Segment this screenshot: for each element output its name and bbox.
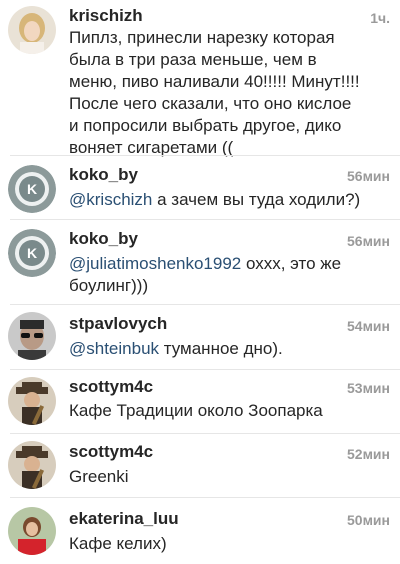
koko-logo-avatar[interactable]: K [8, 229, 56, 277]
comment-text: Greenki [69, 467, 129, 486]
comment-item: krischizh 1ч. Пиплз, принесли нарезку ко… [0, 0, 400, 157]
comment-time: 56мин [347, 233, 390, 249]
comment-time: 50мин [347, 512, 390, 528]
comment-item: ekaterina_luu 50мин Кафе келих) [0, 498, 400, 564]
comment-time: 54мин [347, 318, 390, 334]
comment-item: scottym4c 52мин Greenki [0, 434, 400, 497]
comment-time: 53мин [347, 380, 390, 396]
comment-text: Кафе келих) [69, 534, 167, 553]
comment-text: @shteinbuk туманное дно). [69, 338, 386, 360]
avatar[interactable] [8, 312, 56, 360]
comment-username[interactable]: ekaterina_luu [69, 509, 179, 529]
comment-time: 56мин [347, 168, 390, 184]
mention-link[interactable]: @juliatimoshenko1992 [69, 254, 241, 273]
comment-item: stpavlovych 54мин @shteinbuk туманное дн… [0, 305, 400, 369]
svg-text:K: K [27, 245, 37, 261]
comment-item: scottym4c 53мин Кафе Традиции около Зооп… [0, 370, 400, 433]
comment-text: @juliatimoshenko1992 охxx, это же боулин… [69, 253, 386, 297]
mention-link[interactable]: @shteinbuk [69, 339, 159, 358]
comment-body: а зачем вы туда ходили?) [152, 190, 361, 209]
koko-logo-avatar[interactable]: K [8, 165, 56, 213]
comment-username[interactable]: stpavlovych [69, 314, 167, 334]
comment-time: 52мин [347, 446, 390, 462]
comment-username[interactable]: scottym4c [69, 377, 153, 397]
comment-username[interactable]: krischizh [69, 6, 143, 26]
comment-item: K koko_by 56мин @krischizh а зачем вы ту… [0, 156, 400, 219]
comment-text: Кафе Традиции около Зоопарка [69, 401, 323, 420]
comment-text: Пиплз, принесли нарезку которая была в т… [69, 28, 360, 157]
avatar[interactable] [8, 507, 56, 555]
comment-body: туманное дно). [159, 339, 283, 358]
avatar[interactable] [8, 377, 56, 425]
comment-username[interactable]: koko_by [69, 229, 138, 249]
avatar[interactable] [8, 441, 56, 489]
mention-link[interactable]: @krischizh [69, 190, 152, 209]
comment-username[interactable]: koko_by [69, 165, 138, 185]
svg-text:K: K [27, 181, 37, 197]
comment-time: 1ч. [370, 10, 390, 26]
comment-text: @krischizh а зачем вы туда ходили?) [69, 189, 386, 211]
avatar[interactable] [8, 6, 56, 54]
comment-item: K koko_by 56мин @juliatimoshenko1992 охx… [0, 220, 400, 307]
comment-username[interactable]: scottym4c [69, 442, 153, 462]
